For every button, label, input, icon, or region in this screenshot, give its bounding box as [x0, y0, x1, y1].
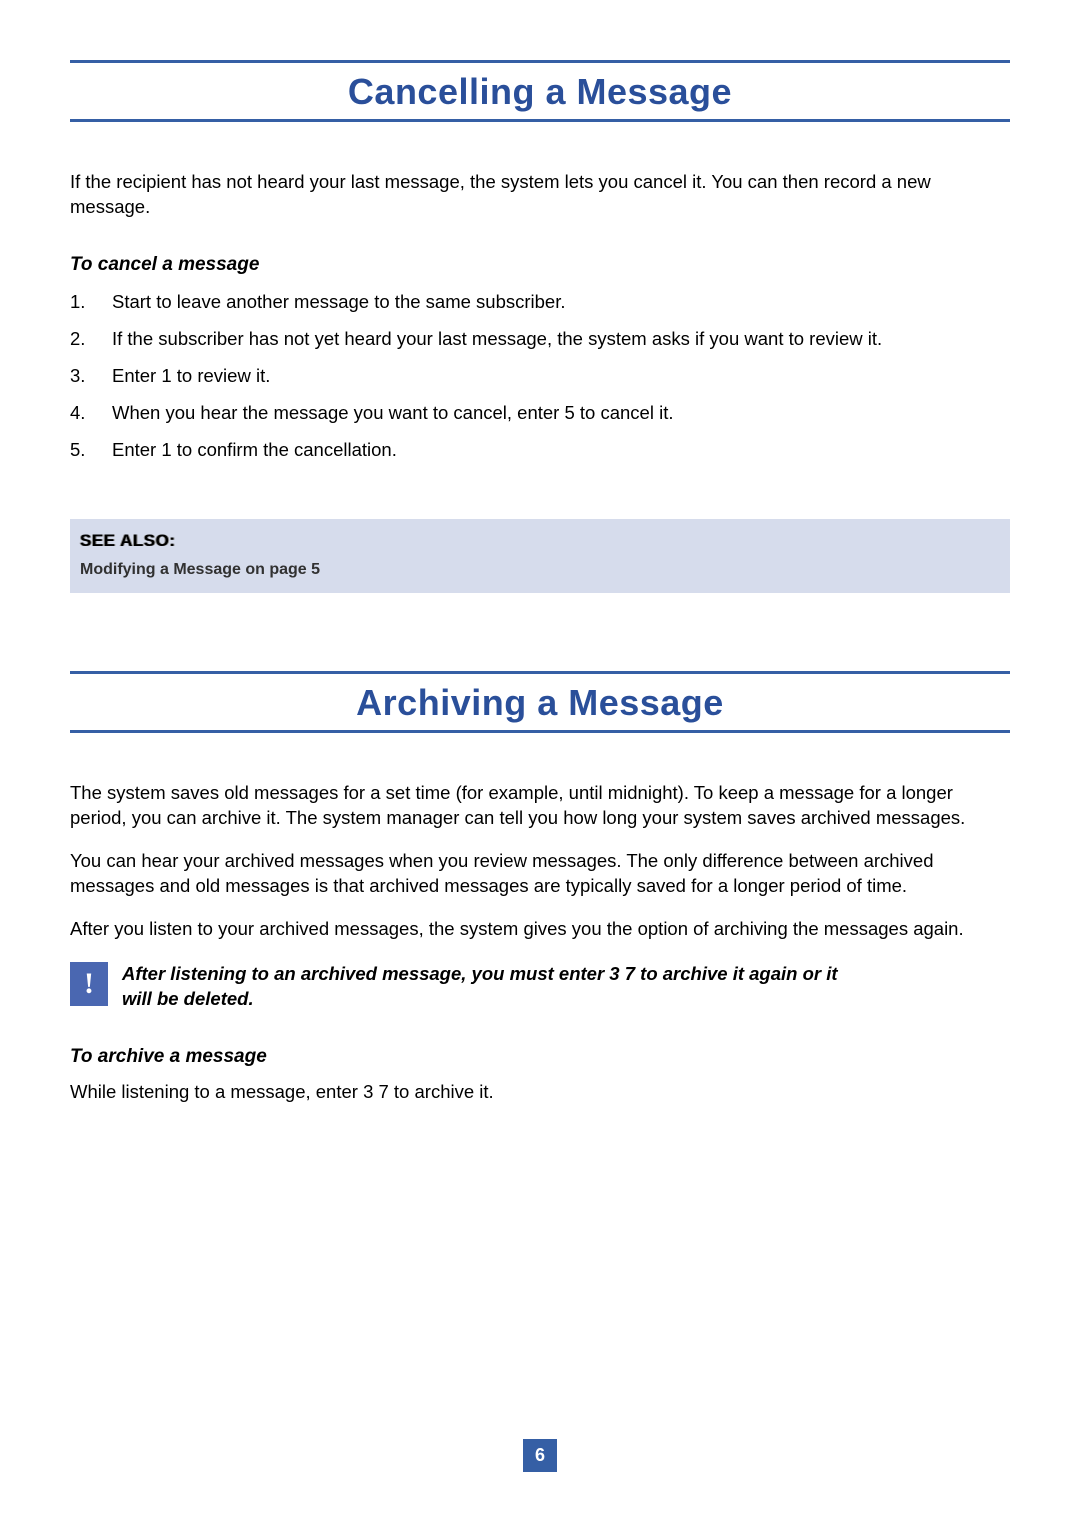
see-also-title: SEE ALSO:	[80, 531, 1000, 551]
list-item: 5.Enter 1 to confirm the cancellation.	[70, 438, 1010, 463]
page-number-container: 6	[0, 1439, 1080, 1472]
section-title-cancelling: Cancelling a Message	[70, 71, 1010, 113]
archive-paragraph-3: After you listen to your archived messag…	[70, 917, 1010, 942]
step-number: 1.	[70, 290, 112, 315]
subheading-cancel: To cancel a message	[70, 254, 1010, 276]
list-item: 4.When you hear the message you want to …	[70, 401, 1010, 426]
step-number: 2.	[70, 327, 112, 352]
step-number: 4.	[70, 401, 112, 426]
archive-paragraph-4: While listening to a message, enter 3 7 …	[70, 1080, 1010, 1105]
alert-row: ! After listening to an archived message…	[70, 962, 1010, 1012]
step-number: 5.	[70, 438, 112, 463]
step-text: Enter 1 to review it.	[112, 364, 270, 389]
intro-paragraph-1: If the recipient has not heard your last…	[70, 170, 1010, 220]
alert-icon: !	[70, 962, 108, 1006]
step-number: 3.	[70, 364, 112, 389]
page-number: 6	[523, 1439, 557, 1472]
list-item: 2.If the subscriber has not yet heard yo…	[70, 327, 1010, 352]
archive-paragraph-1: The system saves old messages for a set …	[70, 781, 1010, 831]
section-title-container: Archiving a Message	[70, 671, 1010, 733]
archive-paragraph-2: You can hear your archived messages when…	[70, 849, 1010, 899]
see-also-item: Modifying a Message on page 5	[80, 561, 1000, 579]
step-text: Enter 1 to confirm the cancellation.	[112, 438, 397, 463]
step-text: When you hear the message you want to ca…	[112, 401, 674, 426]
subheading-archive: To archive a message	[70, 1046, 1010, 1068]
list-item: 1.Start to leave another message to the …	[70, 290, 1010, 315]
list-item: 3.Enter 1 to review it.	[70, 364, 1010, 389]
see-also-box: SEE ALSO: Modifying a Message on page 5	[70, 519, 1010, 593]
section-title-container: Cancelling a Message	[70, 60, 1010, 122]
section-title-archiving: Archiving a Message	[70, 682, 1010, 724]
step-text: Start to leave another message to the sa…	[112, 290, 566, 315]
steps-list-cancel: 1.Start to leave another message to the …	[70, 290, 1010, 463]
alert-text: After listening to an archived message, …	[122, 962, 862, 1012]
step-text: If the subscriber has not yet heard your…	[112, 327, 882, 352]
